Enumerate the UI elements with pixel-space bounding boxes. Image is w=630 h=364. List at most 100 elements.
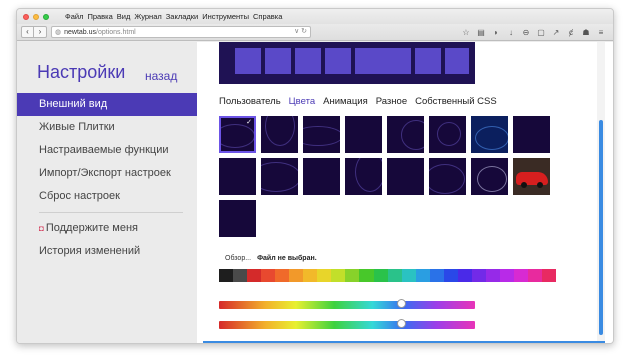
tab-animation[interactable]: Анимация [323, 96, 368, 107]
sidebar-item-appearance[interactable]: Внешний вид [17, 93, 197, 116]
download-icon[interactable]: ↓ [507, 28, 515, 37]
hamburger-menu-icon[interactable]: ≡ [597, 28, 605, 37]
forward-button[interactable]: › [34, 26, 47, 38]
palette-swatch[interactable] [415, 269, 430, 282]
palette-swatch[interactable] [359, 269, 374, 282]
url-bar[interactable]: ◍ newtab.us/options.html ∨ ↻ [51, 26, 311, 38]
preview-tile [415, 48, 441, 74]
pocket-icon[interactable]: ◗ [492, 28, 500, 37]
tab-colors[interactable]: Цвета [289, 96, 315, 107]
swirl-decoration [401, 120, 424, 150]
hue-slider-2[interactable] [219, 319, 475, 329]
url-host: newtab.us [64, 28, 97, 36]
browse-button[interactable]: Обзор... [225, 255, 251, 262]
background-thumbnail[interactable] [387, 158, 424, 195]
sidebar-item-support[interactable]: ◘ Поддержите меня [17, 217, 197, 240]
palette-swatch[interactable] [401, 269, 416, 282]
share-icon[interactable]: ↗ [552, 28, 560, 37]
palette-swatch[interactable] [485, 269, 500, 282]
palette-swatch[interactable] [275, 269, 290, 282]
palette-swatch[interactable] [331, 269, 346, 282]
background-thumbnail[interactable] [345, 116, 382, 153]
menu-help[interactable]: Справка [253, 12, 282, 21]
sidebar-item-live-tiles[interactable]: Живые Плитки [17, 116, 197, 139]
palette-swatch[interactable] [528, 269, 543, 282]
palette-swatch[interactable] [513, 269, 529, 282]
menu-history[interactable]: Журнал [134, 12, 161, 21]
sidebar-item-import-export[interactable]: Импорт/Экспорт настроек [17, 162, 197, 185]
palette-swatch[interactable] [471, 269, 486, 282]
palette-swatch[interactable] [261, 269, 276, 282]
settings-main: Пользователь Цвета Анимация Разное Собст… [197, 42, 605, 343]
url-path: /options.html [96, 28, 136, 36]
palette-swatch[interactable] [303, 269, 318, 282]
palette-swatch[interactable] [429, 269, 444, 282]
palette-swatch[interactable] [457, 269, 472, 282]
extension-icon[interactable]: ȼ [567, 28, 575, 37]
menu-file[interactable]: Файл [65, 12, 83, 21]
scrollbar-thumb[interactable] [599, 120, 603, 335]
back-button[interactable]: ‹ [21, 26, 34, 38]
palette-swatch[interactable] [219, 269, 234, 282]
background-thumbnail[interactable] [303, 158, 340, 195]
swirl-decoration [221, 124, 254, 148]
palette-swatch[interactable] [317, 269, 332, 282]
close-window-button[interactable] [23, 13, 29, 20]
background-thumbnail[interactable]: ✓ [219, 116, 256, 153]
reload-icon[interactable]: ∨ ↻ [294, 27, 307, 35]
zoom-window-button[interactable] [43, 13, 49, 20]
palette-swatch[interactable] [443, 269, 458, 282]
swirl-decoration [303, 126, 340, 146]
palette-swatch[interactable] [233, 269, 248, 282]
background-thumbnail[interactable] [219, 200, 256, 237]
background-thumbnail[interactable] [261, 158, 298, 195]
background-thumbnail[interactable] [471, 116, 508, 153]
screenshot-icon[interactable]: ▢ [537, 28, 545, 37]
vertical-scrollbar[interactable] [597, 42, 605, 343]
background-thumbnail[interactable] [513, 116, 550, 153]
background-thumbnail[interactable] [471, 158, 508, 195]
sidebar-item-reset[interactable]: Сброс настроек [17, 185, 197, 208]
background-thumbnail[interactable] [387, 116, 424, 153]
background-thumbnail[interactable] [429, 116, 466, 153]
menu-edit[interactable]: Правка [87, 12, 112, 21]
minimize-window-button[interactable] [33, 13, 39, 20]
star-icon[interactable]: ☆ [462, 28, 470, 37]
car-wheel [521, 182, 527, 188]
page-content: Настройки назад Внешний вид Живые Плитки… [17, 42, 613, 343]
palette-swatch[interactable] [373, 269, 388, 282]
palette-swatch[interactable] [499, 269, 514, 282]
tab-custom-css[interactable]: Собственный CSS [415, 96, 497, 107]
background-thumbnail[interactable] [513, 158, 550, 195]
palette-swatch[interactable] [289, 269, 304, 282]
menu-bookmarks[interactable]: Закладки [166, 12, 198, 21]
background-thumbnail[interactable] [429, 158, 466, 195]
palette-swatch[interactable] [387, 269, 402, 282]
background-thumbnail[interactable] [219, 158, 256, 195]
hue-slider-1[interactable] [219, 299, 475, 309]
back-link[interactable]: назад [145, 69, 177, 83]
swirl-decoration [475, 126, 508, 150]
slider-handle[interactable] [397, 319, 406, 328]
horizontal-scrollbar[interactable] [203, 341, 605, 343]
preview-banner [219, 42, 475, 84]
palette-swatch[interactable] [247, 269, 262, 282]
account-icon[interactable]: ☗ [582, 28, 590, 37]
background-thumbnail[interactable] [303, 116, 340, 153]
menu-view[interactable]: Вид [117, 12, 131, 21]
swirl-decoration [437, 122, 461, 146]
sidebar-item-custom-features[interactable]: Настраиваемые функции [17, 139, 197, 162]
preview-tile [265, 48, 291, 74]
palette-swatch[interactable] [542, 269, 557, 282]
background-thumbnail[interactable] [261, 116, 298, 153]
tab-user[interactable]: Пользователь [219, 96, 281, 107]
slider-handle[interactable] [397, 299, 406, 308]
background-thumbnail[interactable] [345, 158, 382, 195]
palette-swatch[interactable] [345, 269, 360, 282]
tab-misc[interactable]: Разное [376, 96, 407, 107]
menu-tools[interactable]: Инструменты [202, 12, 249, 21]
home-icon[interactable]: ⊖ [522, 28, 530, 37]
clipboard-icon[interactable]: ▤ [477, 28, 485, 37]
preview-tile [235, 48, 261, 74]
sidebar-item-changelog[interactable]: История изменений [17, 240, 197, 263]
